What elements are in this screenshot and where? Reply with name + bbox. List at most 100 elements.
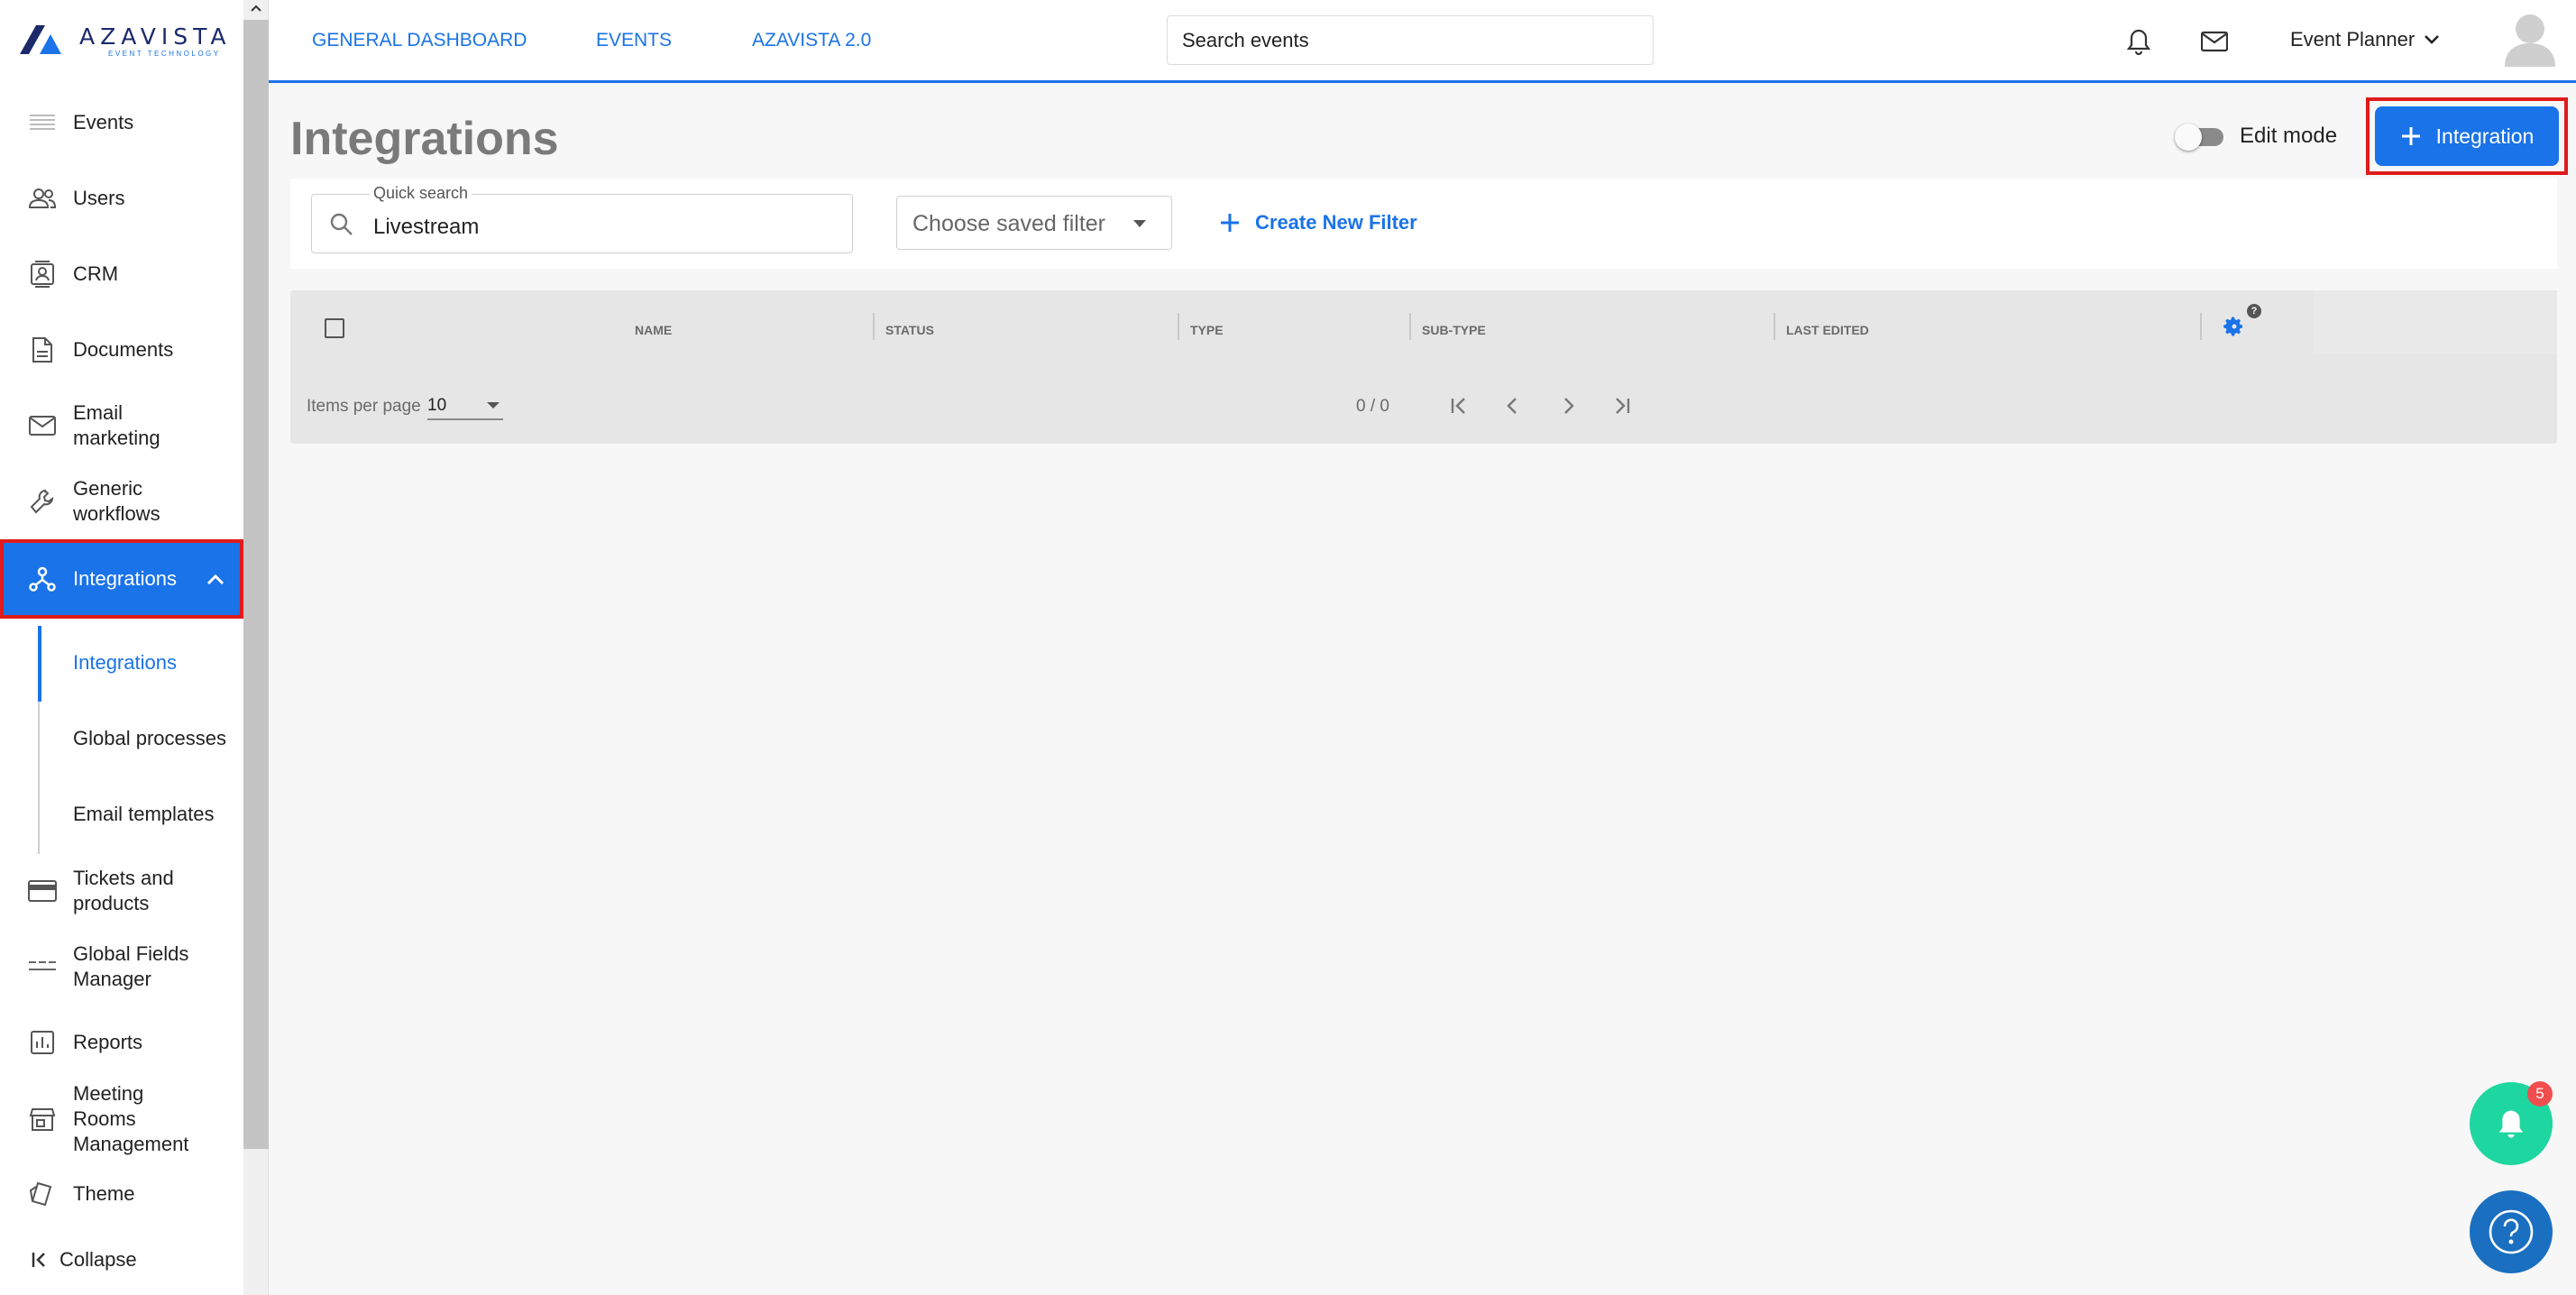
first-page-icon[interactable] — [1443, 390, 1475, 422]
nav-link-azavista-2[interactable]: AZAVISTA 2.0 — [752, 30, 871, 51]
brand-name: AZAVISTA — [79, 23, 232, 50]
add-integration-button[interactable]: Integration — [2375, 106, 2559, 166]
users-icon — [27, 183, 58, 214]
wrench-icon — [27, 486, 58, 517]
add-integration-highlight: Integration — [2366, 97, 2568, 175]
list-icon — [27, 107, 58, 138]
create-new-filter-button[interactable]: Create New Filter — [1219, 211, 1417, 234]
dropdown-arrow-icon — [487, 402, 500, 409]
question-mark-icon — [2489, 1209, 2534, 1254]
sidebar-item-users[interactable]: Users — [0, 182, 243, 215]
filter-bar: Quick search Livestream Choose saved fil… — [290, 179, 2557, 269]
add-integration-label: Integration — [2435, 124, 2535, 148]
chevron-up-icon[interactable] — [206, 567, 225, 591]
sidebar-item-generic-workflows[interactable]: Generic workflows — [0, 473, 243, 530]
column-header-sub-type[interactable]: SUB-TYPE — [1422, 323, 1486, 337]
quick-search-field[interactable]: Quick search Livestream — [311, 184, 853, 253]
sidebar-item-label: Theme — [73, 1182, 135, 1205]
azavista-logo[interactable]: AZAVISTA EVENT TECHNOLOGY — [20, 22, 227, 63]
sidebar-scrollbar[interactable] — [243, 0, 269, 1295]
bell-icon — [2498, 1110, 2524, 1138]
mail-icon — [27, 410, 58, 441]
sidebar-item-email-marketing[interactable]: Email marketing — [0, 397, 243, 455]
sidebar-item-events[interactable]: Events — [0, 106, 243, 139]
sidebar-item-label: Global Fields Manager — [73, 942, 189, 990]
sidebar-item-tickets-and-products[interactable]: Tickets and products — [0, 862, 243, 920]
collapse-label: Collapse — [60, 1248, 137, 1271]
sidebar-item-label: Meeting Rooms Management — [73, 1082, 189, 1155]
sidebar-item-label: Events — [73, 111, 134, 133]
column-header-name[interactable]: NAME — [635, 323, 672, 337]
sidebar-item-documents[interactable]: Documents — [0, 334, 243, 366]
nav-link-events[interactable]: EVENTS — [596, 30, 672, 51]
column-header-last-edited[interactable]: LAST EDITED — [1786, 323, 1869, 337]
bell-icon[interactable] — [2122, 25, 2155, 58]
sidebar-item-integrations[interactable]: Integrations — [0, 539, 243, 619]
sidebar-item-label: Reports — [73, 1031, 143, 1053]
select-all-checkbox[interactable] — [325, 318, 344, 338]
column-divider[interactable] — [1409, 313, 1411, 340]
items-per-page-select[interactable]: 10 — [427, 391, 503, 420]
column-divider[interactable] — [2200, 313, 2202, 340]
sidebar-item-label: Generic workflows — [73, 477, 160, 525]
column-header-status[interactable]: STATUS — [885, 323, 934, 337]
sidebar-item-meeting-rooms-management[interactable]: Meeting Rooms Management — [0, 1079, 243, 1160]
column-divider[interactable] — [1774, 313, 1775, 340]
sidebar-item-crm[interactable]: CRM — [0, 258, 243, 290]
next-page-icon[interactable] — [1552, 390, 1584, 422]
brand-tagline: EVENT TECHNOLOGY — [108, 50, 221, 58]
items-per-page-label: Items per page — [307, 397, 421, 416]
edit-mode-toggle[interactable]: Edit mode — [2175, 124, 2337, 151]
page-title: Integrations — [290, 113, 559, 165]
plus-icon — [2401, 127, 2420, 145]
sidebar-item-label: Users — [73, 187, 125, 209]
saved-filter-placeholder: Choose saved filter — [912, 211, 1106, 236]
hub-icon — [27, 564, 58, 594]
bar-chart-icon — [27, 1027, 58, 1058]
azavista-logo-mark — [20, 25, 61, 54]
quick-search-label: Quick search — [370, 184, 472, 203]
collapse-button[interactable]: Collapse — [31, 1248, 137, 1272]
user-menu[interactable]: Event Planner — [2290, 28, 2440, 51]
pagination-range: 0 / 0 — [1356, 397, 1389, 416]
integrations-table: NAME STATUS TYPE SUB-TYPE LAST EDITED ? … — [290, 290, 2557, 444]
sidebar: AZAVISTA EVENT TECHNOLOGY Events Users C… — [0, 0, 243, 1295]
sidebar-subitem-email-templates[interactable]: Email templates — [73, 803, 215, 826]
notification-count-badge: 5 — [2527, 1081, 2553, 1107]
fields-icon — [27, 951, 58, 982]
sidebar-item-global-fields-manager[interactable]: Global Fields Manager — [0, 938, 243, 996]
sidebar-item-theme[interactable]: Theme — [0, 1178, 243, 1210]
toggle-switch[interactable] — [2175, 124, 2227, 151]
sidebar-item-label: CRM — [73, 262, 119, 285]
column-divider[interactable] — [1178, 313, 1179, 340]
create-new-filter-label: Create New Filter — [1255, 211, 1417, 234]
sidebar-subitem-integrations[interactable]: Integrations — [73, 651, 177, 675]
user-menu-label: Event Planner — [2290, 28, 2416, 51]
search-icon — [330, 213, 353, 235]
collapse-left-icon — [32, 1253, 45, 1267]
previous-page-icon[interactable] — [1497, 390, 1529, 422]
sidebar-item-reports[interactable]: Reports — [0, 1026, 243, 1059]
last-page-icon[interactable] — [1606, 390, 1638, 422]
help-fab[interactable] — [2470, 1190, 2553, 1273]
avatar[interactable] — [2503, 9, 2557, 67]
column-divider[interactable] — [873, 313, 875, 340]
search-events-input[interactable] — [1167, 15, 1654, 65]
scroll-up-arrow-icon[interactable] — [250, 2, 262, 14]
dropdown-arrow-icon — [1133, 220, 1146, 227]
quick-search-value[interactable]: Livestream — [373, 215, 479, 240]
items-per-page-value: 10 — [427, 396, 447, 415]
gear-icon[interactable] — [2223, 316, 2245, 337]
mail-icon[interactable] — [2198, 25, 2231, 58]
paint-icon — [27, 1179, 58, 1209]
chevron-down-icon — [2425, 35, 2440, 44]
column-header-type[interactable]: TYPE — [1190, 323, 1224, 337]
submenu-line — [38, 626, 41, 854]
sidebar-subitem-global-processes[interactable]: Global processes — [73, 727, 226, 750]
nav-link-general-dashboard[interactable]: GENERAL DASHBOARD — [312, 30, 527, 51]
sidebar-scrollbar-thumb[interactable] — [243, 20, 269, 1149]
sidebar-item-label: Documents — [73, 338, 174, 361]
help-badge[interactable]: ? — [2247, 304, 2261, 318]
plus-icon — [1221, 214, 1239, 232]
saved-filter-select[interactable]: Choose saved filter — [896, 196, 1172, 250]
